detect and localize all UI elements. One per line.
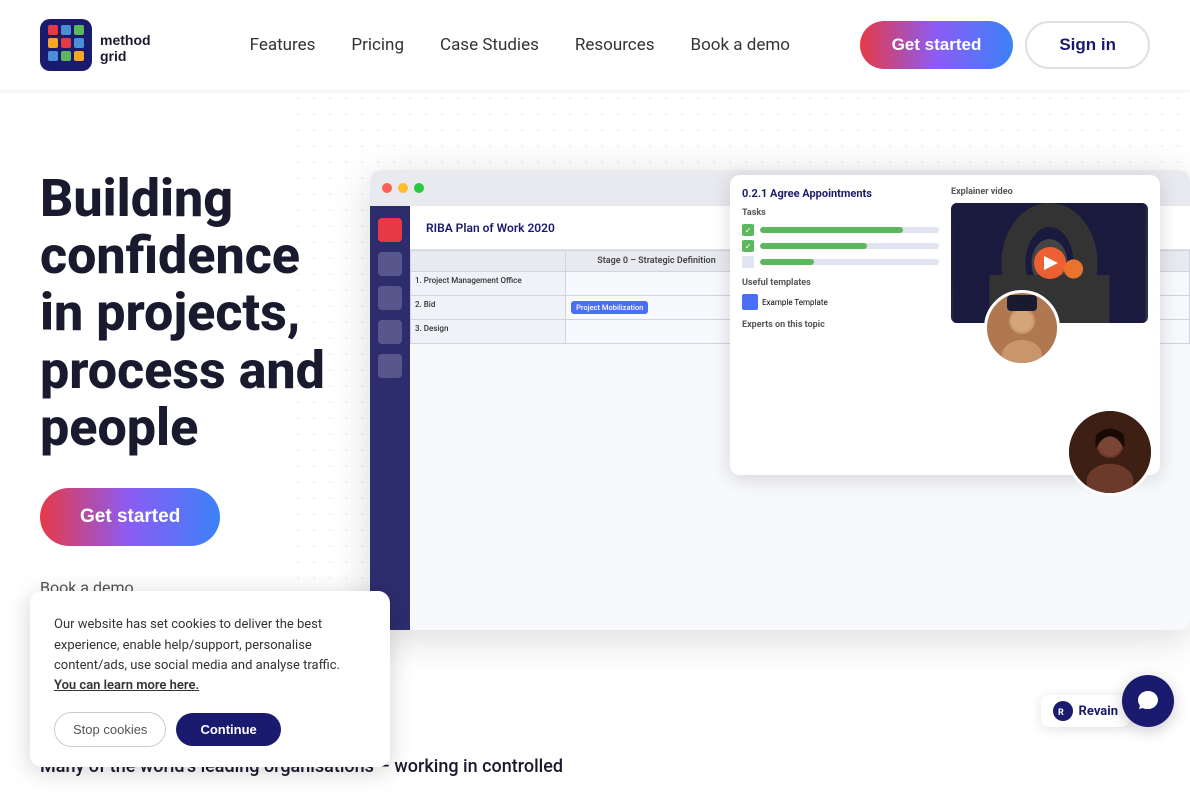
logo-svg: method grid xyxy=(40,17,180,73)
task-row: ✓ xyxy=(742,240,939,252)
sidebar-icon-4 xyxy=(378,354,402,378)
grid-row-label-1: 1. Project Management Office xyxy=(411,272,566,296)
experts-label: Experts on this topic xyxy=(742,320,939,330)
template-item: Example Template xyxy=(742,292,939,312)
nav-pricing[interactable]: Pricing xyxy=(351,35,404,55)
grid-row-label-3: 3. Design xyxy=(411,320,566,344)
revain-icon: R xyxy=(1053,701,1073,721)
cookie-actions: Stop cookies Continue xyxy=(54,712,366,747)
hero-title: Building confidence in projects, process… xyxy=(40,170,350,456)
task-bar xyxy=(760,259,939,265)
topbar-dot-green xyxy=(414,183,424,193)
hero-text: Building confidence in projects, process… xyxy=(40,150,350,597)
task-row: ✓ xyxy=(742,224,939,236)
continue-button[interactable]: Continue xyxy=(176,713,280,746)
template-name: Example Template xyxy=(762,298,828,307)
experts-section: Experts on this topic xyxy=(742,320,939,330)
play-triangle-icon xyxy=(1044,256,1058,270)
cookie-banner: Our website has set cookies to deliver t… xyxy=(30,591,390,767)
nav-actions: Get started Sign in xyxy=(860,21,1150,69)
topbar-dot-yellow xyxy=(398,183,408,193)
task-check: ✓ xyxy=(742,224,754,236)
avatar-1 xyxy=(984,290,1060,366)
nav-case-studies[interactable]: Case Studies xyxy=(440,35,539,55)
app-sidebar xyxy=(370,206,410,630)
task-panel-header: 0.2.1 Agree Appointments xyxy=(742,187,939,200)
sidebar-icon-active xyxy=(378,218,402,242)
hero-get-started-button[interactable]: Get started xyxy=(40,488,220,546)
task-bar xyxy=(760,227,939,233)
mini-card: Project Mobilization xyxy=(571,301,648,314)
nav-features[interactable]: Features xyxy=(250,35,316,55)
nav-links: Features Pricing Case Studies Resources … xyxy=(250,35,790,55)
hero-illustration: RIBA Plan of Work 2020 Stage 0 – Strateg… xyxy=(370,150,1150,650)
cookie-message: Our website has set cookies to deliver t… xyxy=(54,617,340,672)
tasks-label: Tasks xyxy=(742,208,939,218)
nav-sign-in-button[interactable]: Sign in xyxy=(1025,21,1150,69)
chat-button[interactable] xyxy=(1122,675,1174,727)
avatar-2 xyxy=(1066,408,1154,496)
nav-get-started-button[interactable]: Get started xyxy=(860,21,1014,69)
nav-resources[interactable]: Resources xyxy=(575,35,655,55)
svg-text:R: R xyxy=(1058,708,1064,718)
grid-cell: Project Mobilization xyxy=(566,296,748,320)
video-label: Explainer video xyxy=(951,187,1148,197)
grid-header-stage0: Stage 0 – Strategic Definition xyxy=(566,251,748,272)
navbar: method grid Features Pricing Case Studie… xyxy=(0,0,1190,90)
templates-label: Useful templates xyxy=(742,278,939,288)
chat-icon xyxy=(1135,688,1161,714)
app-header-title: RIBA Plan of Work 2020 xyxy=(426,221,555,235)
grid-cell xyxy=(566,320,748,344)
topbar-dot-red xyxy=(382,183,392,193)
stop-cookies-button[interactable]: Stop cookies xyxy=(54,712,166,747)
task-check: ✓ xyxy=(742,240,754,252)
task-check-empty xyxy=(742,256,754,268)
cookie-text: Our website has set cookies to deliver t… xyxy=(54,615,366,696)
svg-text:method: method xyxy=(100,32,151,48)
logo[interactable]: method grid xyxy=(40,17,180,73)
grid-row-label-2: 2. Bid xyxy=(411,296,566,320)
avatar-1-svg xyxy=(987,293,1057,363)
revain-label: Revain xyxy=(1079,704,1118,719)
task-row xyxy=(742,256,939,268)
sidebar-icon-1 xyxy=(378,252,402,276)
task-bar xyxy=(760,243,939,249)
sidebar-icon-2 xyxy=(378,286,402,310)
sidebar-icon-3 xyxy=(378,320,402,344)
nav-book-demo[interactable]: Book a demo xyxy=(690,35,790,55)
revain-badge[interactable]: R Revain xyxy=(1041,695,1130,727)
cookie-learn-more-link[interactable]: You can learn more here. xyxy=(54,678,199,693)
grid-header-empty xyxy=(411,251,566,272)
avatar-2-svg xyxy=(1069,410,1151,494)
svg-text:grid: grid xyxy=(100,48,126,64)
grid-cell xyxy=(566,272,748,296)
template-icon xyxy=(742,294,758,310)
video-play-button[interactable] xyxy=(1034,247,1066,279)
tasks-column: 0.2.1 Agree Appointments Tasks ✓ ✓ xyxy=(742,187,939,463)
templates-section: Useful templates Example Template xyxy=(742,278,939,312)
